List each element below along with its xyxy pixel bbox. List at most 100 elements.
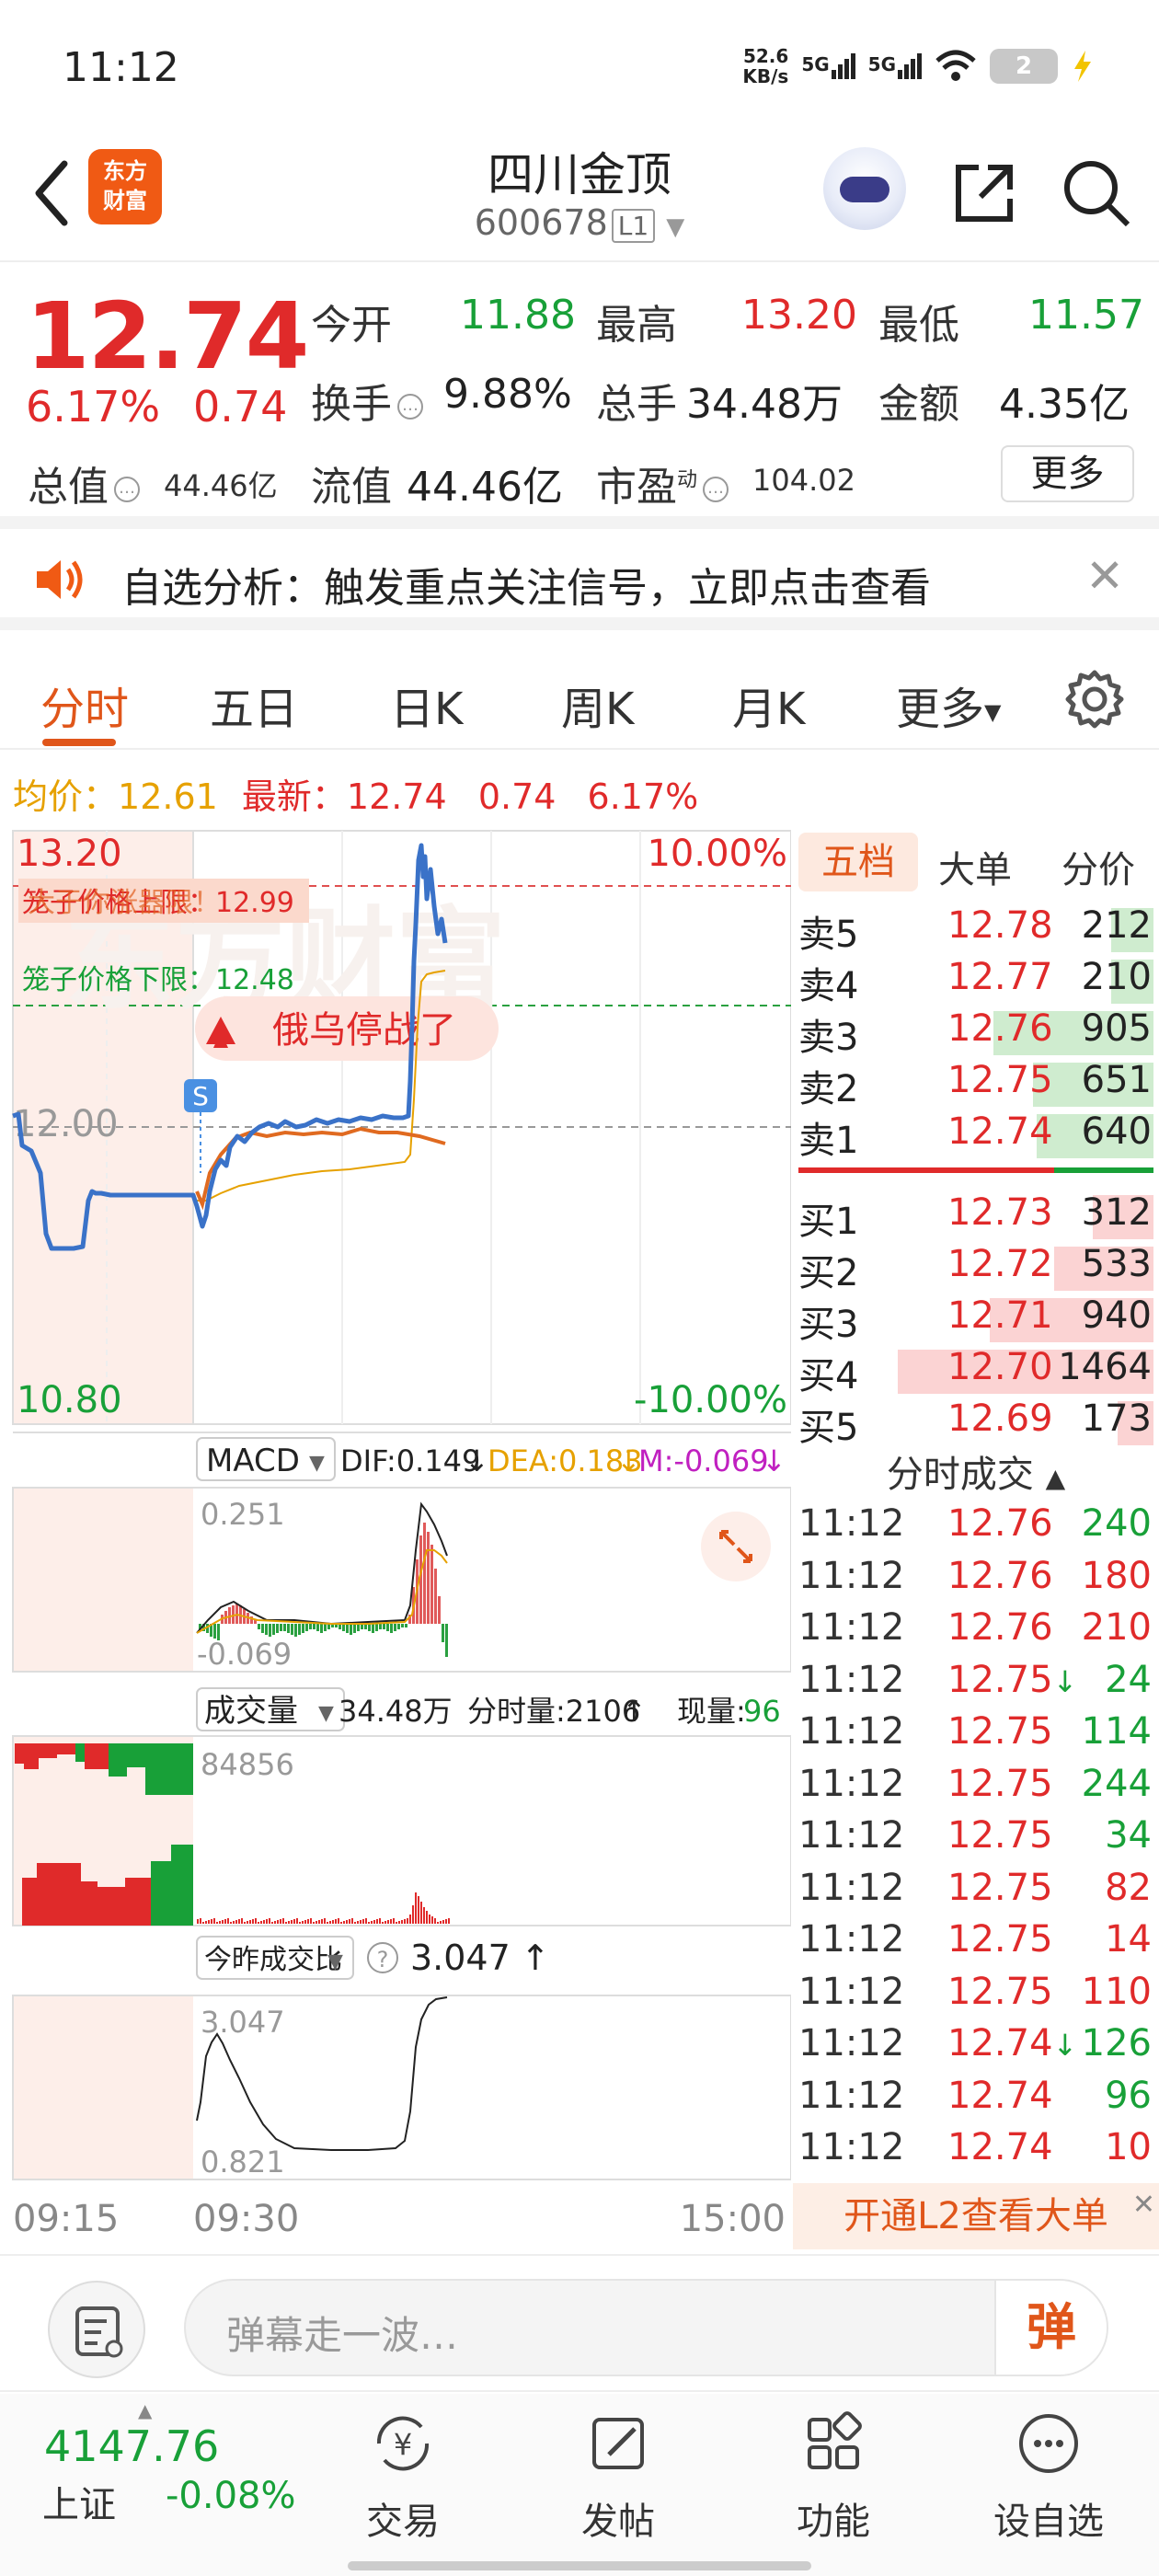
buy-level-row[interactable]: 买3 12.71 940 xyxy=(793,1294,1159,1346)
trade-row: 11:12 12.76 210 xyxy=(793,1606,1159,1658)
sell-level-row[interactable]: 卖2 12.75 651 xyxy=(793,1059,1159,1110)
price-summary-line: 均价：12.61 最新：12.74 0.74 6.17% xyxy=(13,776,699,817)
level-label: 买1 xyxy=(798,1201,859,1243)
volume-bar xyxy=(202,1922,204,1924)
volume-bar xyxy=(409,1915,411,1924)
gear-icon[interactable] xyxy=(1062,667,1127,731)
tab-weekly-k[interactable]: 周K xyxy=(561,673,634,737)
dropdown-arrow-icon: ▼ xyxy=(309,1452,325,1475)
level-badge: L1 xyxy=(611,209,656,243)
battery-icon: 2 xyxy=(990,49,1058,84)
volume-bar xyxy=(340,1922,342,1924)
macd-bar xyxy=(213,1624,216,1639)
macd-bar xyxy=(357,1624,360,1631)
level-label: 卖3 xyxy=(798,1017,859,1059)
chart-svg[interactable]: 东方财富 13.20 12.00 10.80 10.00% -10.00% 笼子… xyxy=(0,823,792,2254)
macd-bar xyxy=(405,1624,407,1627)
functions-button[interactable]: 功能 xyxy=(760,2407,907,2545)
volume-bar xyxy=(442,1920,444,1924)
tab-intraday[interactable]: 分时 xyxy=(40,673,129,737)
buy-level-row[interactable]: 买5 12.69 173 xyxy=(793,1397,1159,1449)
post-button[interactable]: 发帖 xyxy=(545,2407,692,2545)
info-icon[interactable]: … xyxy=(114,477,140,502)
add-watchlist-button[interactable]: 设自选 xyxy=(975,2407,1122,2545)
tab-five-day[interactable]: 五日 xyxy=(210,673,298,737)
tab-big-orders[interactable]: 大单 xyxy=(938,840,1012,893)
svg-text:↓: ↓ xyxy=(616,1443,641,1478)
tab-monthly-k[interactable]: 月K xyxy=(732,673,805,737)
macd-bar xyxy=(283,1624,286,1631)
share-icon[interactable] xyxy=(947,156,1021,230)
macd-bar xyxy=(442,1624,444,1642)
tab-daily-k[interactable]: 日K xyxy=(390,673,463,737)
volume-bar xyxy=(376,1919,378,1924)
macd-bottom-label: -0.069 xyxy=(197,1637,292,1672)
buy-level-row[interactable]: 买1 12.73 312 xyxy=(793,1191,1159,1243)
volume-bar xyxy=(302,1921,304,1924)
buy-level-row[interactable]: 买4 12.70 1464 xyxy=(793,1346,1159,1397)
level-price: 12.71 xyxy=(947,1294,1053,1337)
index-name: 上证 xyxy=(42,2484,116,2526)
macd-bar xyxy=(309,1624,312,1629)
volume-bar xyxy=(324,1918,326,1924)
level-volume: 173 xyxy=(1081,1397,1152,1440)
comment-bar: 弹幕走一波… 弹 xyxy=(0,2254,1159,2392)
macd-bar xyxy=(258,1624,260,1629)
close-icon[interactable]: ✕ xyxy=(1132,2172,1155,2238)
volume-bar xyxy=(304,1920,306,1924)
volume-block xyxy=(145,1743,193,1795)
search-icon[interactable] xyxy=(1060,156,1133,230)
volume-bar xyxy=(244,1922,246,1924)
info-icon[interactable]: … xyxy=(397,394,423,420)
status-icons: 52.6 KB/s 5G 5G 2 xyxy=(742,46,1095,86)
volume-bars xyxy=(197,1892,450,1924)
trade-button[interactable]: ¥ 交易 xyxy=(329,2407,476,2545)
buy-level-row[interactable]: 买2 12.72 533 xyxy=(793,1243,1159,1294)
volume-bar xyxy=(247,1921,248,1924)
more-button[interactable]: 更多 xyxy=(1001,445,1134,502)
danmaku-input[interactable]: 弹幕走一波… 弹 xyxy=(184,2279,1108,2376)
avg-price: 12.61 xyxy=(118,776,218,817)
tab-five-levels[interactable]: 五档 xyxy=(798,833,918,891)
level-label: 卖1 xyxy=(798,1120,859,1162)
trade-time: 11:12 xyxy=(798,1762,905,1805)
volume-bar xyxy=(219,1921,221,1924)
macd-bar xyxy=(372,1624,374,1633)
macd-bar xyxy=(287,1624,290,1633)
pe-label: 市盈动… xyxy=(596,454,734,512)
intraday-chart[interactable]: 东方财富 13.20 12.00 10.80 10.00% -10.00% 笼子… xyxy=(0,823,792,2254)
trade-volume: 244 xyxy=(1081,1762,1152,1805)
dropdown-arrow-icon: ▼ xyxy=(327,1950,343,1973)
macd-bar xyxy=(269,1624,271,1637)
volume-bar xyxy=(429,1915,430,1924)
level-volume: 210 xyxy=(1081,956,1152,998)
danmaku-button[interactable]: 弹 xyxy=(994,2281,1107,2375)
volume-bar xyxy=(390,1919,392,1924)
trade-price: 12.75 xyxy=(947,1918,1053,1961)
tab-price-dist[interactable]: 分价 xyxy=(1061,840,1135,893)
level-price: 12.73 xyxy=(947,1191,1053,1234)
volume-block xyxy=(151,1861,171,1926)
trade-time: 11:12 xyxy=(798,1970,905,2013)
expand-icon[interactable] xyxy=(701,1512,771,1581)
l2-upgrade-banner[interactable]: 开通L2查看大单 ✕ xyxy=(793,2183,1159,2249)
trade-price: 12.75 xyxy=(947,1970,1053,2013)
sell-level-row[interactable]: 卖3 12.76 905 xyxy=(793,1007,1159,1059)
sell-level-row[interactable]: 卖4 12.77 210 xyxy=(793,956,1159,1007)
level-price: 12.78 xyxy=(947,904,1053,947)
trade-time: 11:12 xyxy=(798,1814,905,1857)
close-icon[interactable]: ✕ xyxy=(1085,549,1124,603)
trades-title[interactable]: 分时成交 ▲ xyxy=(793,1444,1159,1498)
sell-level-row[interactable]: 卖1 12.74 640 xyxy=(793,1110,1159,1162)
info-icon[interactable]: … xyxy=(703,477,729,502)
trade-volume: 210 xyxy=(1081,1606,1152,1649)
notice-banner[interactable]: 自选分析：触发重点关注信号，立即点击查看 ✕ xyxy=(0,529,1159,630)
comment-list-button[interactable] xyxy=(48,2281,145,2378)
assistant-robot-icon[interactable] xyxy=(823,147,906,230)
tab-more[interactable]: 更多▼ xyxy=(896,673,1001,737)
macd-bar xyxy=(346,1624,349,1633)
macd-bar xyxy=(320,1624,323,1633)
macd-bar xyxy=(276,1624,279,1633)
volume-bar xyxy=(293,1919,295,1924)
sell-level-row[interactable]: 卖5 12.78 212 xyxy=(793,904,1159,956)
